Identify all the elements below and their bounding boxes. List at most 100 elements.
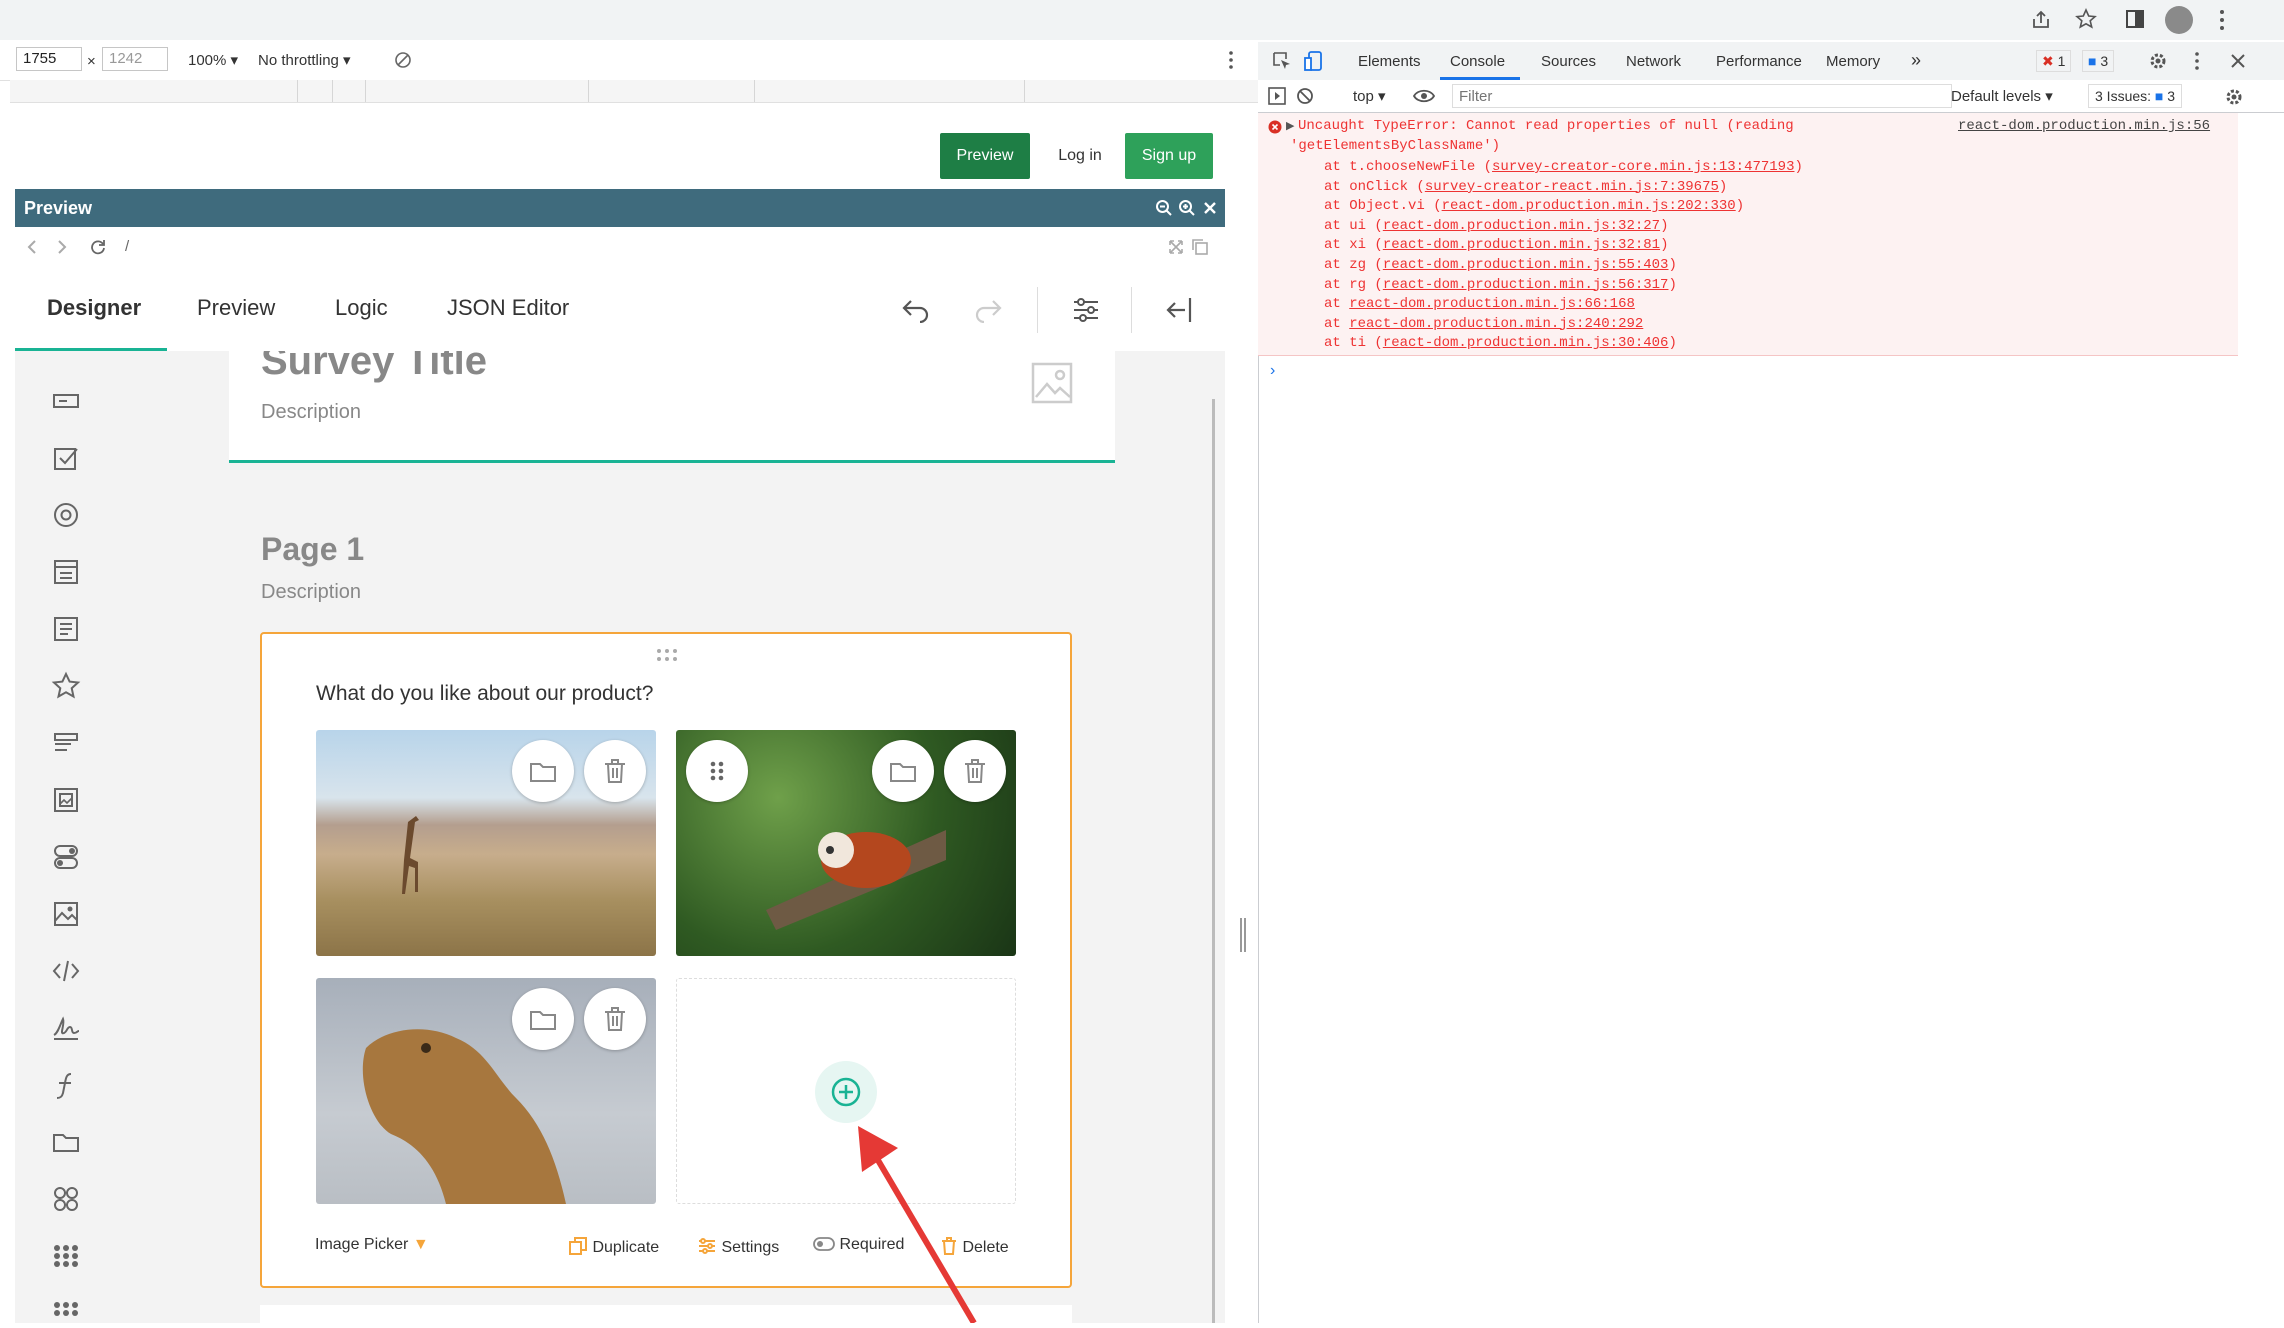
ranking-icon[interactable] bbox=[51, 728, 81, 758]
device-mode-icon[interactable] bbox=[1304, 50, 1324, 72]
preview-site-button[interactable]: Preview bbox=[940, 133, 1030, 179]
devtools-settings-icon[interactable] bbox=[2148, 51, 2168, 71]
reload-icon[interactable] bbox=[89, 238, 107, 256]
survey-description[interactable]: Description bbox=[261, 401, 361, 424]
console-error-message[interactable]: ▶ Uncaught TypeError: Cannot read proper… bbox=[1258, 113, 2238, 356]
throttling-select[interactable]: No throttling ▾ bbox=[258, 51, 351, 69]
drag-image-button[interactable] bbox=[686, 740, 748, 802]
question-type-select[interactable]: Image Picker ▼ bbox=[315, 1236, 429, 1254]
issues-button[interactable]: 3 Issues: ■ 3 bbox=[2088, 84, 2183, 108]
devtools-tab-memory[interactable]: Memory bbox=[1826, 53, 1880, 70]
zoom-in-icon[interactable] bbox=[1178, 199, 1196, 217]
radiogroup-icon[interactable] bbox=[51, 500, 81, 530]
image-choice-camel[interactable] bbox=[316, 978, 656, 1204]
signup-button[interactable]: Sign up bbox=[1125, 133, 1213, 179]
choose-file-button[interactable] bbox=[512, 740, 574, 802]
expression-icon[interactable] bbox=[51, 1070, 81, 1100]
console-filter-input[interactable] bbox=[1452, 84, 1952, 108]
context-select[interactable]: top ▾ bbox=[1353, 87, 1386, 105]
question-title[interactable]: What do you like about our product? bbox=[316, 682, 653, 706]
stack-frame-link[interactable]: react-dom.production.min.js:30:406 bbox=[1383, 335, 1669, 351]
expand-icon[interactable] bbox=[1168, 239, 1184, 255]
boolean-icon[interactable] bbox=[51, 842, 81, 872]
kebab-menu-icon[interactable] bbox=[2218, 8, 2226, 32]
matrix-dynamic-icon[interactable] bbox=[51, 1298, 81, 1328]
choose-file-button-3[interactable] bbox=[512, 988, 574, 1050]
survey-title[interactable]: Survey Title bbox=[261, 351, 487, 384]
choose-file-button-2[interactable] bbox=[872, 740, 934, 802]
collapse-panel-icon[interactable] bbox=[1163, 295, 1197, 325]
matrix-icon[interactable] bbox=[51, 1184, 81, 1214]
stack-frame-link[interactable]: react-dom.production.min.js:240:292 bbox=[1349, 316, 1643, 332]
stack-frame-link[interactable]: react-dom.production.min.js:55:403 bbox=[1383, 257, 1669, 273]
devtools-tab-network[interactable]: Network bbox=[1626, 53, 1681, 70]
error-source-link[interactable]: react-dom.production.min.js:56 bbox=[1958, 118, 2210, 134]
copy-icon[interactable] bbox=[1191, 238, 1209, 256]
html-icon[interactable] bbox=[51, 956, 81, 986]
zoom-out-icon[interactable] bbox=[1155, 199, 1173, 217]
clear-console-icon[interactable] bbox=[1296, 87, 1314, 105]
stack-frame-link[interactable]: react-dom.production.min.js:32:81 bbox=[1383, 237, 1660, 253]
log-levels-select[interactable]: Default levels ▾ bbox=[1951, 87, 2053, 105]
console-settings-icon[interactable] bbox=[2224, 87, 2244, 107]
forward-icon[interactable] bbox=[55, 239, 69, 255]
undo-icon[interactable] bbox=[901, 295, 931, 323]
logo-placeholder-icon[interactable] bbox=[1030, 361, 1074, 405]
media-query-ruler[interactable] bbox=[10, 80, 1258, 103]
tab-designer[interactable]: Designer bbox=[47, 295, 141, 321]
stack-frame-link[interactable]: react-dom.production.min.js:32:27 bbox=[1383, 218, 1660, 234]
settings-sliders-icon[interactable] bbox=[1071, 295, 1101, 325]
toolbar-more-icon[interactable] bbox=[1228, 50, 1234, 70]
message-count-badge[interactable]: ■ 3 bbox=[2082, 50, 2115, 72]
dropdown-icon[interactable] bbox=[51, 557, 81, 587]
stack-frame-link[interactable]: survey-creator-react.min.js:7:39675 bbox=[1425, 179, 1719, 195]
back-icon[interactable] bbox=[25, 239, 39, 255]
devtools-more-icon[interactable] bbox=[2194, 51, 2200, 71]
checkbox-icon[interactable] bbox=[51, 443, 81, 473]
rotate-icon[interactable] bbox=[393, 50, 413, 70]
devtools-tab-elements[interactable]: Elements bbox=[1358, 53, 1421, 70]
image-icon[interactable] bbox=[51, 899, 81, 929]
avatar[interactable] bbox=[2165, 6, 2193, 34]
close-devtools-icon[interactable] bbox=[2230, 53, 2246, 69]
settings-action[interactable]: Settings bbox=[697, 1236, 779, 1257]
signature-icon[interactable] bbox=[51, 1013, 81, 1043]
viewport-width-input[interactable]: 1755 bbox=[16, 47, 82, 71]
redo-icon[interactable] bbox=[973, 295, 1003, 323]
delete-image-button-3[interactable] bbox=[584, 988, 646, 1050]
devtools-tab-performance[interactable]: Performance bbox=[1716, 53, 1802, 70]
devtools-tab-sources[interactable]: Sources bbox=[1541, 53, 1596, 70]
file-icon[interactable] bbox=[51, 1127, 81, 1157]
star-icon[interactable] bbox=[2075, 8, 2097, 30]
inspect-icon[interactable] bbox=[1272, 51, 1292, 71]
preview-path[interactable]: / bbox=[125, 238, 129, 255]
duplicate-action[interactable]: Duplicate bbox=[568, 1236, 659, 1257]
single-input-icon[interactable] bbox=[51, 386, 81, 416]
expand-error-icon[interactable]: ▶ bbox=[1286, 119, 1294, 133]
login-button[interactable]: Log in bbox=[1037, 133, 1123, 179]
canvas-scrollbar[interactable] bbox=[1212, 399, 1215, 1323]
live-expression-icon[interactable] bbox=[1413, 88, 1435, 104]
matrix-dropdown-icon[interactable] bbox=[51, 1241, 81, 1271]
panel-splitter[interactable] bbox=[1240, 918, 1246, 952]
delete-image-button-2[interactable] bbox=[944, 740, 1006, 802]
share-icon[interactable] bbox=[2030, 9, 2052, 31]
image-choice-red-panda[interactable] bbox=[676, 730, 1016, 956]
sidebar-toggle-icon[interactable] bbox=[1268, 87, 1286, 105]
page-description[interactable]: Description bbox=[261, 581, 361, 604]
tab-logic[interactable]: Logic bbox=[335, 295, 388, 321]
stack-frame-link[interactable]: react-dom.production.min.js:56:317 bbox=[1383, 277, 1669, 293]
console-prompt-icon[interactable]: › bbox=[1270, 362, 1275, 380]
zoom-select[interactable]: 100% ▾ bbox=[188, 51, 238, 69]
comment-icon[interactable] bbox=[51, 614, 81, 644]
stack-frame-link[interactable]: react-dom.production.min.js:202:330 bbox=[1442, 198, 1736, 214]
tab-json-editor[interactable]: JSON Editor bbox=[447, 295, 569, 321]
sidepanel-icon[interactable] bbox=[2125, 9, 2145, 29]
devtools-tab-console[interactable]: Console bbox=[1450, 53, 1505, 70]
image-choice-giraffe[interactable] bbox=[316, 730, 656, 956]
close-preview-icon[interactable] bbox=[1202, 200, 1218, 216]
stack-frame-link[interactable]: react-dom.production.min.js:66:168 bbox=[1349, 296, 1635, 312]
page-title[interactable]: Page 1 bbox=[261, 531, 364, 568]
more-tabs-icon[interactable]: » bbox=[1911, 50, 1921, 71]
delete-image-button[interactable] bbox=[584, 740, 646, 802]
